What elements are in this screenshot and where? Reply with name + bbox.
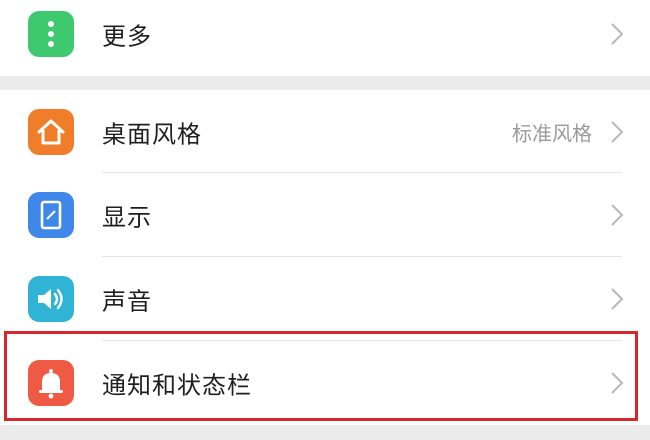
section-separator <box>0 76 650 90</box>
settings-item-display[interactable]: 显示 <box>0 173 650 257</box>
settings-item-label: 通知和状态栏 <box>102 371 252 400</box>
chevron-right-icon <box>610 287 624 311</box>
settings-item-label: 显示 <box>102 203 152 232</box>
chevron-right-icon <box>610 22 624 46</box>
settings-item-notifications[interactable]: 通知和状态栏 <box>0 341 650 425</box>
chevron-right-icon <box>610 203 624 227</box>
bottom-separator <box>0 425 650 440</box>
chevron-right-icon <box>610 371 624 395</box>
settings-item-desktop-style[interactable]: 桌面风格 标准风格 <box>0 90 650 174</box>
settings-screen: 更多 桌面风格 标准风格 显示 声音 通知和状态栏 <box>0 0 650 440</box>
settings-item-label: 更多 <box>102 22 152 51</box>
bell-icon <box>28 360 74 406</box>
home-icon <box>28 109 74 155</box>
settings-item-sound[interactable]: 声音 <box>0 257 650 341</box>
speaker-icon <box>28 276 74 322</box>
settings-item-label: 声音 <box>102 287 152 316</box>
more-dots-icon <box>28 11 74 57</box>
chevron-right-icon <box>610 120 624 144</box>
settings-item-value: 标准风格 <box>512 121 592 146</box>
settings-item-label: 桌面风格 <box>102 120 202 149</box>
settings-item-more[interactable]: 更多 <box>0 0 650 76</box>
display-icon <box>28 192 74 238</box>
